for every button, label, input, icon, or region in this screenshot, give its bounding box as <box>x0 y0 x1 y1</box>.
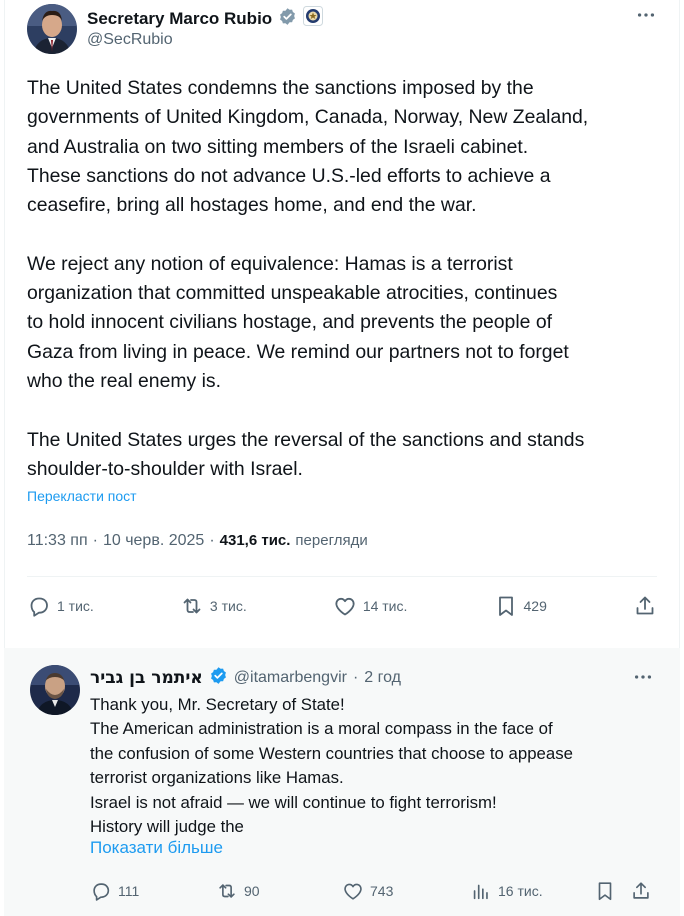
verified-badge-icon <box>209 666 228 690</box>
tweet-line: Gaza from living in peace. We remind our… <box>27 340 569 363</box>
author-handle[interactable]: @SecRubio <box>87 31 173 49</box>
bookmark-count: 429 <box>523 598 547 614</box>
reply-avatar[interactable] <box>30 665 80 715</box>
tweet-paragraph: The United States condemns the sanctions… <box>27 74 667 220</box>
share-icon <box>633 882 649 899</box>
repost-count: 90 <box>244 883 260 899</box>
bookmark-button[interactable]: 429 <box>494 594 547 618</box>
reply-actions: 111 90 743 16 тис. <box>90 876 658 906</box>
like-count: 743 <box>370 883 394 899</box>
tweet-line: shoulder-to-shoulder with Israel. <box>27 457 303 480</box>
like-count: 14 тис. <box>362 598 408 614</box>
reply-icon <box>93 883 110 901</box>
reply-count: 111 <box>118 883 140 899</box>
tweet-paragraph: We reject any notion of equivalence: Ham… <box>27 250 667 396</box>
avatar[interactable] <box>27 4 77 54</box>
government-seal-icon <box>303 6 324 31</box>
reply-more-options-button[interactable] <box>632 666 654 694</box>
reply-line: the confusion of some Western countries … <box>90 743 573 763</box>
verified-badge-icon <box>278 7 297 31</box>
repost-icon <box>219 884 235 898</box>
tweet-text: The United States condemns the sanctions… <box>27 74 667 484</box>
bookmark-button[interactable] <box>594 880 616 902</box>
more-dots-icon <box>637 13 655 17</box>
reply-author-row: איתמר בן גביר @itamarbengvir · 2 год <box>90 666 401 690</box>
views-count: 16 тис. <box>498 883 543 899</box>
heart-icon <box>344 883 362 900</box>
views-label: перегляди <box>295 532 368 549</box>
tweet-line: ceasefire, bring all hostages home, and … <box>27 194 477 217</box>
repost-button[interactable]: 3 тис. <box>180 594 247 618</box>
tweet-line: and Australia on two sitting members of … <box>27 135 529 158</box>
heart-icon <box>335 597 355 616</box>
tweet-line: who the real enemy is. <box>27 369 222 392</box>
tweet-time[interactable]: 11:33 пп <box>27 532 88 550</box>
more-options-button[interactable] <box>635 4 657 32</box>
show-more-link[interactable]: Показати більше <box>90 838 223 858</box>
tweet-meta: 11:33 пп · 10 черв. 2025 · 431,6 тис. пе… <box>27 532 368 550</box>
reply-line: The American administration is a moral c… <box>90 719 553 739</box>
display-name[interactable]: Secretary Marco Rubio <box>87 9 272 29</box>
like-button[interactable]: 743 <box>342 880 393 902</box>
views-button[interactable]: 16 тис. <box>470 880 543 902</box>
tweet-line: governments of United Kingdom, Canada, N… <box>27 106 589 129</box>
repost-icon <box>183 598 201 614</box>
views-count: 431,6 тис. <box>219 532 291 549</box>
author-name-row: Secretary Marco Rubio <box>87 6 324 31</box>
tweet-line: The United States condemns the sanctions… <box>27 77 534 99</box>
tweet-actions: 1 тис. 3 тис. 14 тис. 429 <box>27 590 657 622</box>
tweet-line: to hold innocent civilians hostage, and … <box>27 311 552 334</box>
like-button[interactable]: 14 тис. <box>333 594 408 618</box>
tweet-line: We reject any notion of equivalence: Ham… <box>27 252 513 275</box>
repost-button[interactable]: 90 <box>216 880 260 902</box>
meta-separator: · <box>209 532 215 549</box>
reply-button[interactable]: 111 <box>90 880 139 902</box>
more-dots-icon <box>634 675 652 679</box>
reply-icon <box>30 597 48 617</box>
share-button[interactable] <box>630 880 652 902</box>
main-tweet: Secretary Marco Rubio @SecRubio The Unit… <box>4 0 680 648</box>
translate-post-link[interactable]: Перекласти пост <box>27 488 137 504</box>
reply-time[interactable]: 2 год <box>364 669 401 687</box>
divider <box>27 576 657 577</box>
reply-button[interactable]: 1 тис. <box>27 594 94 618</box>
tweet-line: organization that committed unspeakable … <box>27 282 558 305</box>
reply-handle[interactable]: @itamarbengvir <box>234 669 347 687</box>
tweet-line: The United States urges the reversal of … <box>27 428 585 451</box>
reply-count: 1 тис. <box>57 598 94 614</box>
reply-line: Thank you, Mr. Secretary of State! <box>90 695 345 714</box>
tweet-paragraph: The United States urges the reversal of … <box>27 426 667 485</box>
bookmark-icon <box>498 596 513 616</box>
bookmark-icon <box>598 882 612 901</box>
reply-text: Thank you, Mr. Secretary of State! The A… <box>90 693 670 839</box>
meta-separator: · <box>352 669 359 686</box>
tweet-line: These sanctions do not advance U.S.-led … <box>27 164 551 187</box>
meta-separator: · <box>92 532 98 549</box>
reply-line: terrorist organizations like Hamas. <box>90 768 344 788</box>
analytics-icon <box>473 884 488 900</box>
tweet-date[interactable]: 10 черв. 2025 <box>103 532 204 550</box>
reply-line: Israel is not afraid — we will continue … <box>90 792 497 812</box>
reply-line: History will judge the <box>90 817 244 837</box>
reply-display-name[interactable]: איתמר בן גביר <box>90 668 203 688</box>
repost-count: 3 тис. <box>209 598 247 614</box>
share-icon <box>636 596 654 615</box>
share-button[interactable] <box>633 594 657 618</box>
